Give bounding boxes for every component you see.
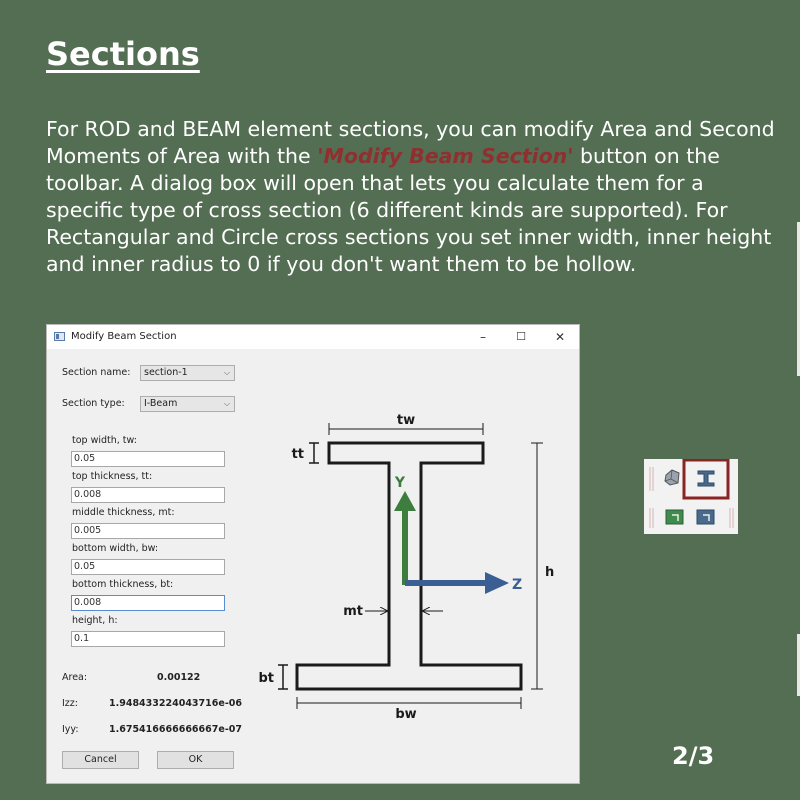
paragraph-highlight: 'Modify Beam Section'	[317, 144, 574, 168]
polyhedron-icon[interactable]	[664, 469, 680, 486]
green-section-icon[interactable]	[665, 509, 684, 525]
bw-label: bw	[395, 707, 416, 722]
y-axis-arrow-head	[394, 491, 416, 511]
mt-label: mt	[343, 604, 363, 619]
toolbar-snippet	[644, 458, 738, 534]
z-axis-arrow-shaft	[405, 580, 485, 586]
z-axis-arrow-head	[485, 572, 509, 594]
blue-section-icon[interactable]	[696, 509, 715, 525]
modify-beam-section-dialog: Modify Beam Section – ☐ ✕ Section name: …	[46, 324, 580, 784]
i-beam-diagram: tw tt h mt bt bw Y Z	[258, 413, 554, 722]
tt-label: tt	[292, 447, 304, 462]
i-beam-section-icon[interactable]	[697, 470, 715, 487]
i-beam-outline	[295, 441, 523, 691]
slide-title: Sections	[46, 35, 200, 73]
description-paragraph: For ROD and BEAM element sections, you c…	[46, 116, 776, 278]
y-axis-label: Y	[394, 475, 406, 491]
h-label: h	[545, 565, 554, 580]
y-axis-arrow-shaft	[402, 509, 408, 585]
page-number: 2/3	[672, 742, 715, 770]
z-axis-label: Z	[512, 577, 522, 593]
bt-label: bt	[258, 671, 274, 686]
tw-label: tw	[397, 413, 415, 428]
